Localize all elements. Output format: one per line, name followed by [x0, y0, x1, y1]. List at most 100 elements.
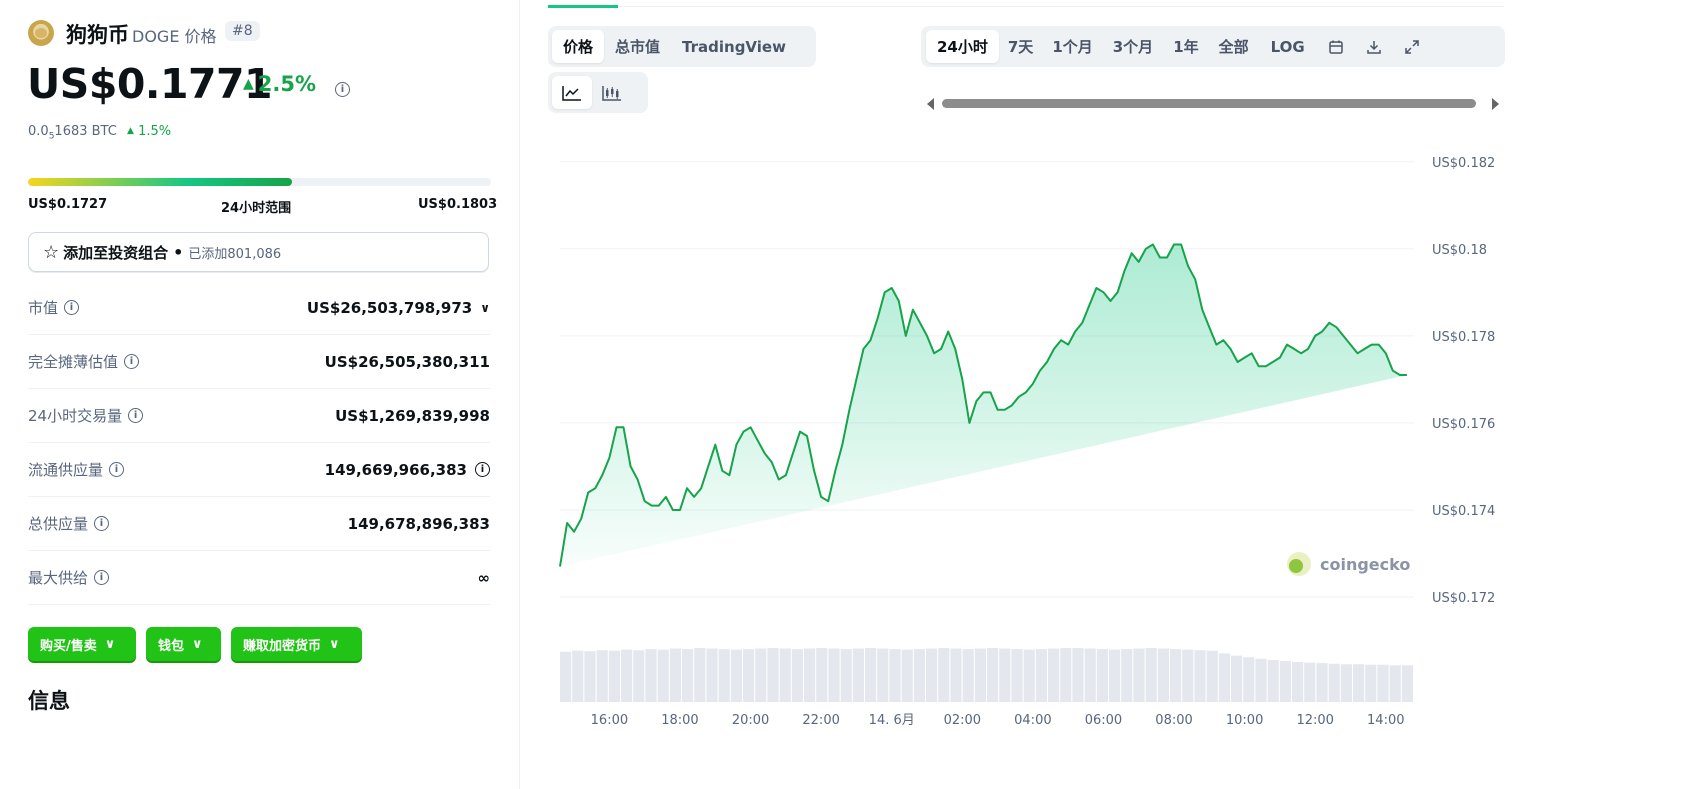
tab-1m[interactable]: 1个月: [1042, 30, 1102, 63]
x-tick-label: 14:00: [1367, 713, 1404, 728]
btc-change-value: 1.5%: [138, 124, 172, 139]
volume-bar: [1267, 659, 1279, 702]
volume-bar: [1328, 663, 1340, 702]
add-to-portfolio-button[interactable]: ☆ 添加至投资组合 • 已添加801,086: [28, 232, 489, 272]
volume-bar: [1292, 662, 1304, 702]
volume-bar: [1255, 658, 1267, 702]
volume-bar: [865, 648, 877, 702]
scrollbar-thumb[interactable]: [942, 99, 1476, 108]
info-icon[interactable]: i: [475, 462, 490, 477]
volume-bar: [1121, 649, 1133, 702]
volume-bar: [877, 648, 889, 702]
y-tick-label: US$0.176: [1432, 417, 1495, 432]
price-chart[interactable]: US$0.182 US$0.18 US$0.178 US$0.176 US$0.174 U…: [548, 130, 1508, 789]
tab-tradingview[interactable]: TradingView: [671, 30, 797, 63]
stat-row-max-supply: 最大供给 i ∞: [28, 551, 490, 605]
volume-bar: [779, 648, 791, 702]
tab-7d[interactable]: 7天: [999, 30, 1042, 63]
24h-range-fill: [28, 178, 292, 186]
range-low: US$0.1727: [28, 197, 108, 212]
volume-bar: [633, 650, 645, 702]
buy-sell-label: 购买/售卖: [40, 638, 97, 654]
chevron-down-icon[interactable]: ∨: [480, 301, 490, 315]
info-icon[interactable]: i: [94, 516, 110, 531]
stat-row-total-supply: 总供应量 i 149,678,896,383: [28, 497, 490, 551]
volume-bar: [1231, 655, 1243, 702]
tab-3m[interactable]: 3个月: [1103, 30, 1163, 63]
expand-icon: [1404, 39, 1419, 54]
volume-bar: [999, 648, 1011, 702]
btc-change: ▲ 1.5%: [127, 124, 171, 139]
volume-bar: [730, 649, 742, 702]
price-change-value: 2.5%: [257, 72, 317, 96]
tab-market-cap[interactable]: 总市值: [604, 30, 671, 63]
x-tick-label: 02:00: [944, 713, 981, 728]
x-tick-label: 04:00: [1014, 713, 1051, 728]
volume-bar: [901, 649, 913, 702]
x-tick-label: 16:00: [591, 713, 628, 728]
y-axis-labels: US$0.182 US$0.18 US$0.178 US$0.176 US$0.174 U…: [1432, 156, 1495, 606]
volume-bar: [755, 648, 767, 702]
y-tick-label: US$0.172: [1432, 591, 1495, 606]
candlestick-chart-button[interactable]: [592, 76, 632, 109]
volume-bar: [804, 648, 816, 702]
chart-style-toggle: [548, 72, 648, 113]
scroll-left-icon[interactable]: [927, 98, 934, 110]
current-price: US$0.1771: [27, 60, 273, 108]
buy-sell-button[interactable]: 购买/售卖 ∨: [28, 627, 136, 661]
stat-row-circulating-supply: 流通供应量 i 149,669,966,383 i: [28, 443, 490, 497]
chart-navigator-scrollbar[interactable]: [925, 96, 1501, 112]
volume-bar: [1072, 648, 1084, 702]
volume-bar: [1279, 661, 1291, 702]
volume-bar: [962, 649, 974, 702]
tab-all[interactable]: 全部: [1209, 30, 1259, 63]
volume-bar: [828, 648, 840, 702]
stat-label: 总供应量: [28, 515, 89, 533]
price-info-icon[interactable]: i: [335, 77, 350, 97]
tab-price[interactable]: 价格: [552, 30, 605, 63]
scroll-right-icon[interactable]: [1492, 98, 1499, 110]
volume-bar: [1194, 650, 1206, 702]
caret-up-icon: ▲: [127, 126, 134, 136]
stat-row-fdv: 完全摊薄估值 i US$26,505,380,311: [28, 335, 490, 389]
tab-1y[interactable]: 1年: [1163, 30, 1208, 63]
stat-value: US$26,505,380,311: [324, 352, 490, 371]
date-picker-button[interactable]: [1317, 30, 1355, 63]
volume-bar: [1109, 649, 1121, 702]
volume-bar: [657, 649, 669, 702]
volume-bar: [889, 649, 901, 702]
separator-dot: •: [173, 242, 184, 262]
volume-bar: [682, 649, 694, 702]
info-icon[interactable]: i: [94, 570, 110, 585]
watermark-text: coingecko: [1320, 555, 1410, 574]
info-icon[interactable]: i: [109, 462, 125, 477]
tab-24h[interactable]: 24小时: [926, 30, 999, 63]
info-icon[interactable]: i: [124, 354, 140, 369]
gecko-head-icon: [1289, 559, 1303, 573]
stat-label: 市值: [28, 299, 59, 317]
stat-label: 24小时交易量: [28, 407, 123, 425]
btc-price-digits: 1683 BTC: [54, 124, 117, 139]
wallet-button[interactable]: 钱包 ∨: [146, 627, 221, 661]
fullscreen-button[interactable]: [1393, 30, 1431, 63]
line-chart-button[interactable]: [552, 76, 592, 109]
stat-label: 完全摊薄估值: [28, 353, 119, 371]
volume-bar: [743, 649, 755, 702]
earn-crypto-button[interactable]: 赚取加密货币 ∨: [231, 627, 362, 661]
24h-range-bar: [28, 178, 491, 186]
panel-divider: [519, 0, 520, 789]
volume-bar: [1035, 649, 1047, 702]
info-icon[interactable]: i: [128, 408, 144, 423]
volume-bar: [1157, 648, 1169, 702]
volume-bar: [950, 648, 962, 702]
volume-bar: [1389, 665, 1401, 702]
tab-underline-track: [548, 6, 1504, 7]
info-icon[interactable]: i: [64, 300, 80, 315]
volume-bar: [560, 651, 572, 702]
tab-log[interactable]: LOG: [1259, 30, 1317, 63]
volume-bar: [1023, 649, 1035, 702]
volume-bar: [1048, 648, 1060, 702]
volume-bar: [1316, 663, 1328, 702]
download-button[interactable]: [1355, 30, 1393, 63]
volume-bar: [1377, 664, 1389, 702]
